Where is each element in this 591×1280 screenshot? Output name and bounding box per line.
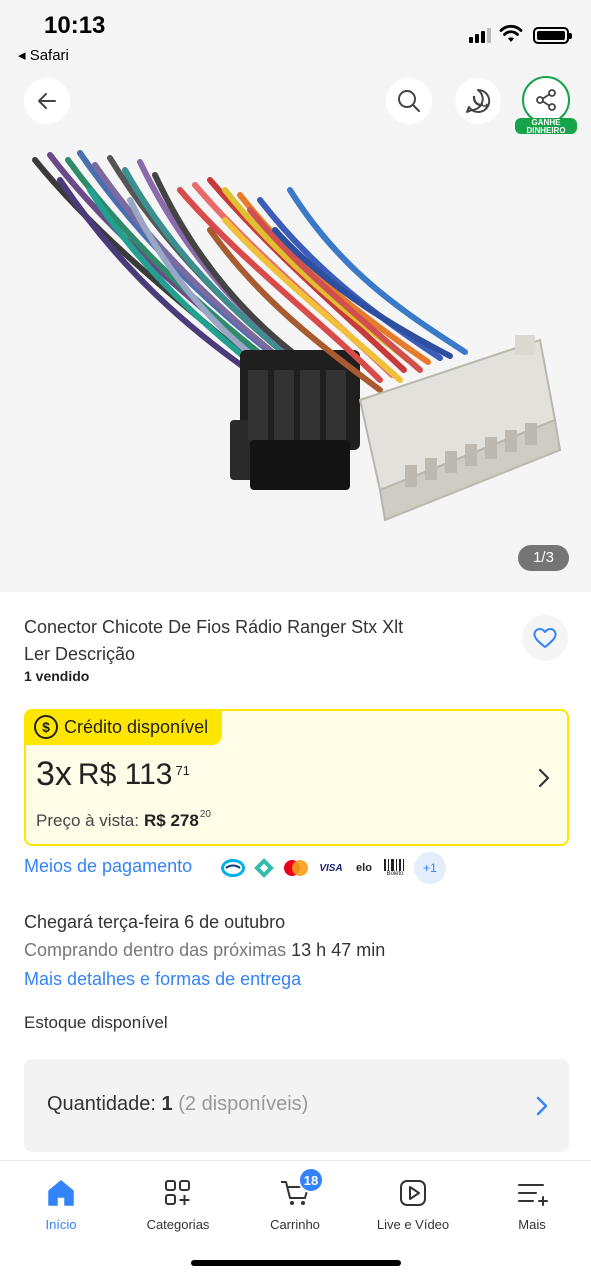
installment-count: 3x xyxy=(36,755,72,793)
nav-home-label: Início xyxy=(45,1217,77,1232)
more-payment-methods[interactable]: +1 xyxy=(414,852,446,884)
home-indicator xyxy=(191,1260,401,1266)
delivery-deadline: Comprando dentro das próximas 13 h 47 mi… xyxy=(24,940,385,961)
nav-categories-label: Categorias xyxy=(146,1217,210,1232)
nav-categories[interactable]: Categorias xyxy=(123,1175,233,1232)
cash-price: Preço à vista: R$ 278 20 xyxy=(36,809,211,831)
search-icon xyxy=(398,90,420,112)
nav-live-video[interactable]: Live e Vídeo xyxy=(358,1175,468,1232)
cart-count-badge: 18 xyxy=(298,1167,324,1193)
nav-more[interactable]: Mais xyxy=(477,1175,587,1232)
categories-icon xyxy=(165,1180,190,1205)
nav-more-label: Mais xyxy=(518,1217,546,1232)
product-image[interactable] xyxy=(20,120,571,540)
quantity-label: Quantidade: xyxy=(47,1093,156,1115)
search-button[interactable] xyxy=(386,78,432,124)
credit-offer-card[interactable]: $ Crédito disponível 3x R$ 113 71 Preço … xyxy=(24,709,569,846)
pix-icon xyxy=(252,855,276,881)
product-gallery[interactable]: GANHE DINHEIRO 1/3 xyxy=(0,70,591,592)
nav-cart-label: Carrinho xyxy=(270,1217,320,1232)
back-button[interactable] xyxy=(24,78,70,124)
cash-price-cents: 20 xyxy=(199,809,211,820)
wifi-icon xyxy=(499,24,523,42)
delivery-deadline-prefix: Comprando dentro das próximas xyxy=(24,940,287,960)
cash-price-value: R$ 278 xyxy=(144,811,199,830)
delivery-deadline-time: 13 h 47 min xyxy=(291,940,386,960)
installment-price: 3x R$ 113 71 xyxy=(36,755,190,794)
delivery-details-link[interactable]: Mais detalhes e formas de entrega xyxy=(24,969,301,990)
menu-icon xyxy=(518,1184,548,1206)
quantity-value: 1 xyxy=(161,1093,173,1115)
arrow-left-icon xyxy=(38,93,56,109)
nav-cart[interactable]: 18 Carrinho xyxy=(240,1167,350,1232)
favorite-button[interactable] xyxy=(522,615,568,661)
stock-status: Estoque disponível xyxy=(24,1013,168,1032)
battery-icon xyxy=(533,27,572,44)
payment-methods-link[interactable]: Meios de pagamento xyxy=(24,856,192,877)
credit-tag: $ Crédito disponível xyxy=(24,709,223,745)
product-title-line-2: Ler Descrição xyxy=(24,644,136,664)
chevron-right-icon xyxy=(536,1096,548,1116)
home-icon xyxy=(48,1180,74,1206)
coin-icon: $ xyxy=(34,715,58,739)
status-bar: 10:13 ◂ Safari xyxy=(0,0,591,70)
share-button[interactable] xyxy=(522,76,570,124)
mercado-pago-icon xyxy=(220,855,246,881)
elo-icon: elo xyxy=(356,862,372,874)
cash-price-label: Preço à vista: xyxy=(36,811,139,830)
back-to-safari[interactable]: ◂ Safari xyxy=(18,46,69,64)
credit-tag-label: Crédito disponível xyxy=(64,716,209,737)
video-icon xyxy=(400,1180,426,1206)
installment-amount: R$ 113 xyxy=(77,758,173,791)
quantity-selector[interactable]: Quantidade: 1 (2 disponíveis) xyxy=(24,1059,569,1152)
product-title: Conector Chicote De Fios Rádio Ranger St… xyxy=(24,614,494,668)
nav-home[interactable]: Início xyxy=(6,1175,116,1232)
signal-icon xyxy=(469,28,491,43)
sold-count: 1 vendido xyxy=(24,668,90,684)
delivery-date: Chegará terça-feira 6 de outubro xyxy=(24,912,286,932)
mastercard-icon xyxy=(282,855,310,881)
whatsapp-share-button[interactable] xyxy=(455,78,501,124)
boleto-icon: Boleto xyxy=(382,855,408,881)
chevron-right-icon xyxy=(538,768,550,788)
clock: 10:13 xyxy=(44,12,106,39)
quantity-available: (2 disponíveis) xyxy=(178,1093,309,1115)
image-counter: 1/3 xyxy=(518,545,569,571)
installment-cents: 71 xyxy=(175,763,190,778)
whatsapp-icon xyxy=(466,88,491,113)
product-title-line-1: Conector Chicote De Fios Rádio Ranger St… xyxy=(24,617,404,637)
payment-method-icons[interactable]: VISA elo Boleto +1 xyxy=(220,852,446,884)
share-icon xyxy=(536,89,556,111)
visa-icon: VISA xyxy=(319,862,343,874)
heart-icon xyxy=(533,628,557,648)
nav-live-video-label: Live e Vídeo xyxy=(376,1217,450,1232)
boleto-label: Boleto xyxy=(386,871,404,877)
quantity-text: Quantidade: 1 (2 disponíveis) xyxy=(47,1093,308,1116)
